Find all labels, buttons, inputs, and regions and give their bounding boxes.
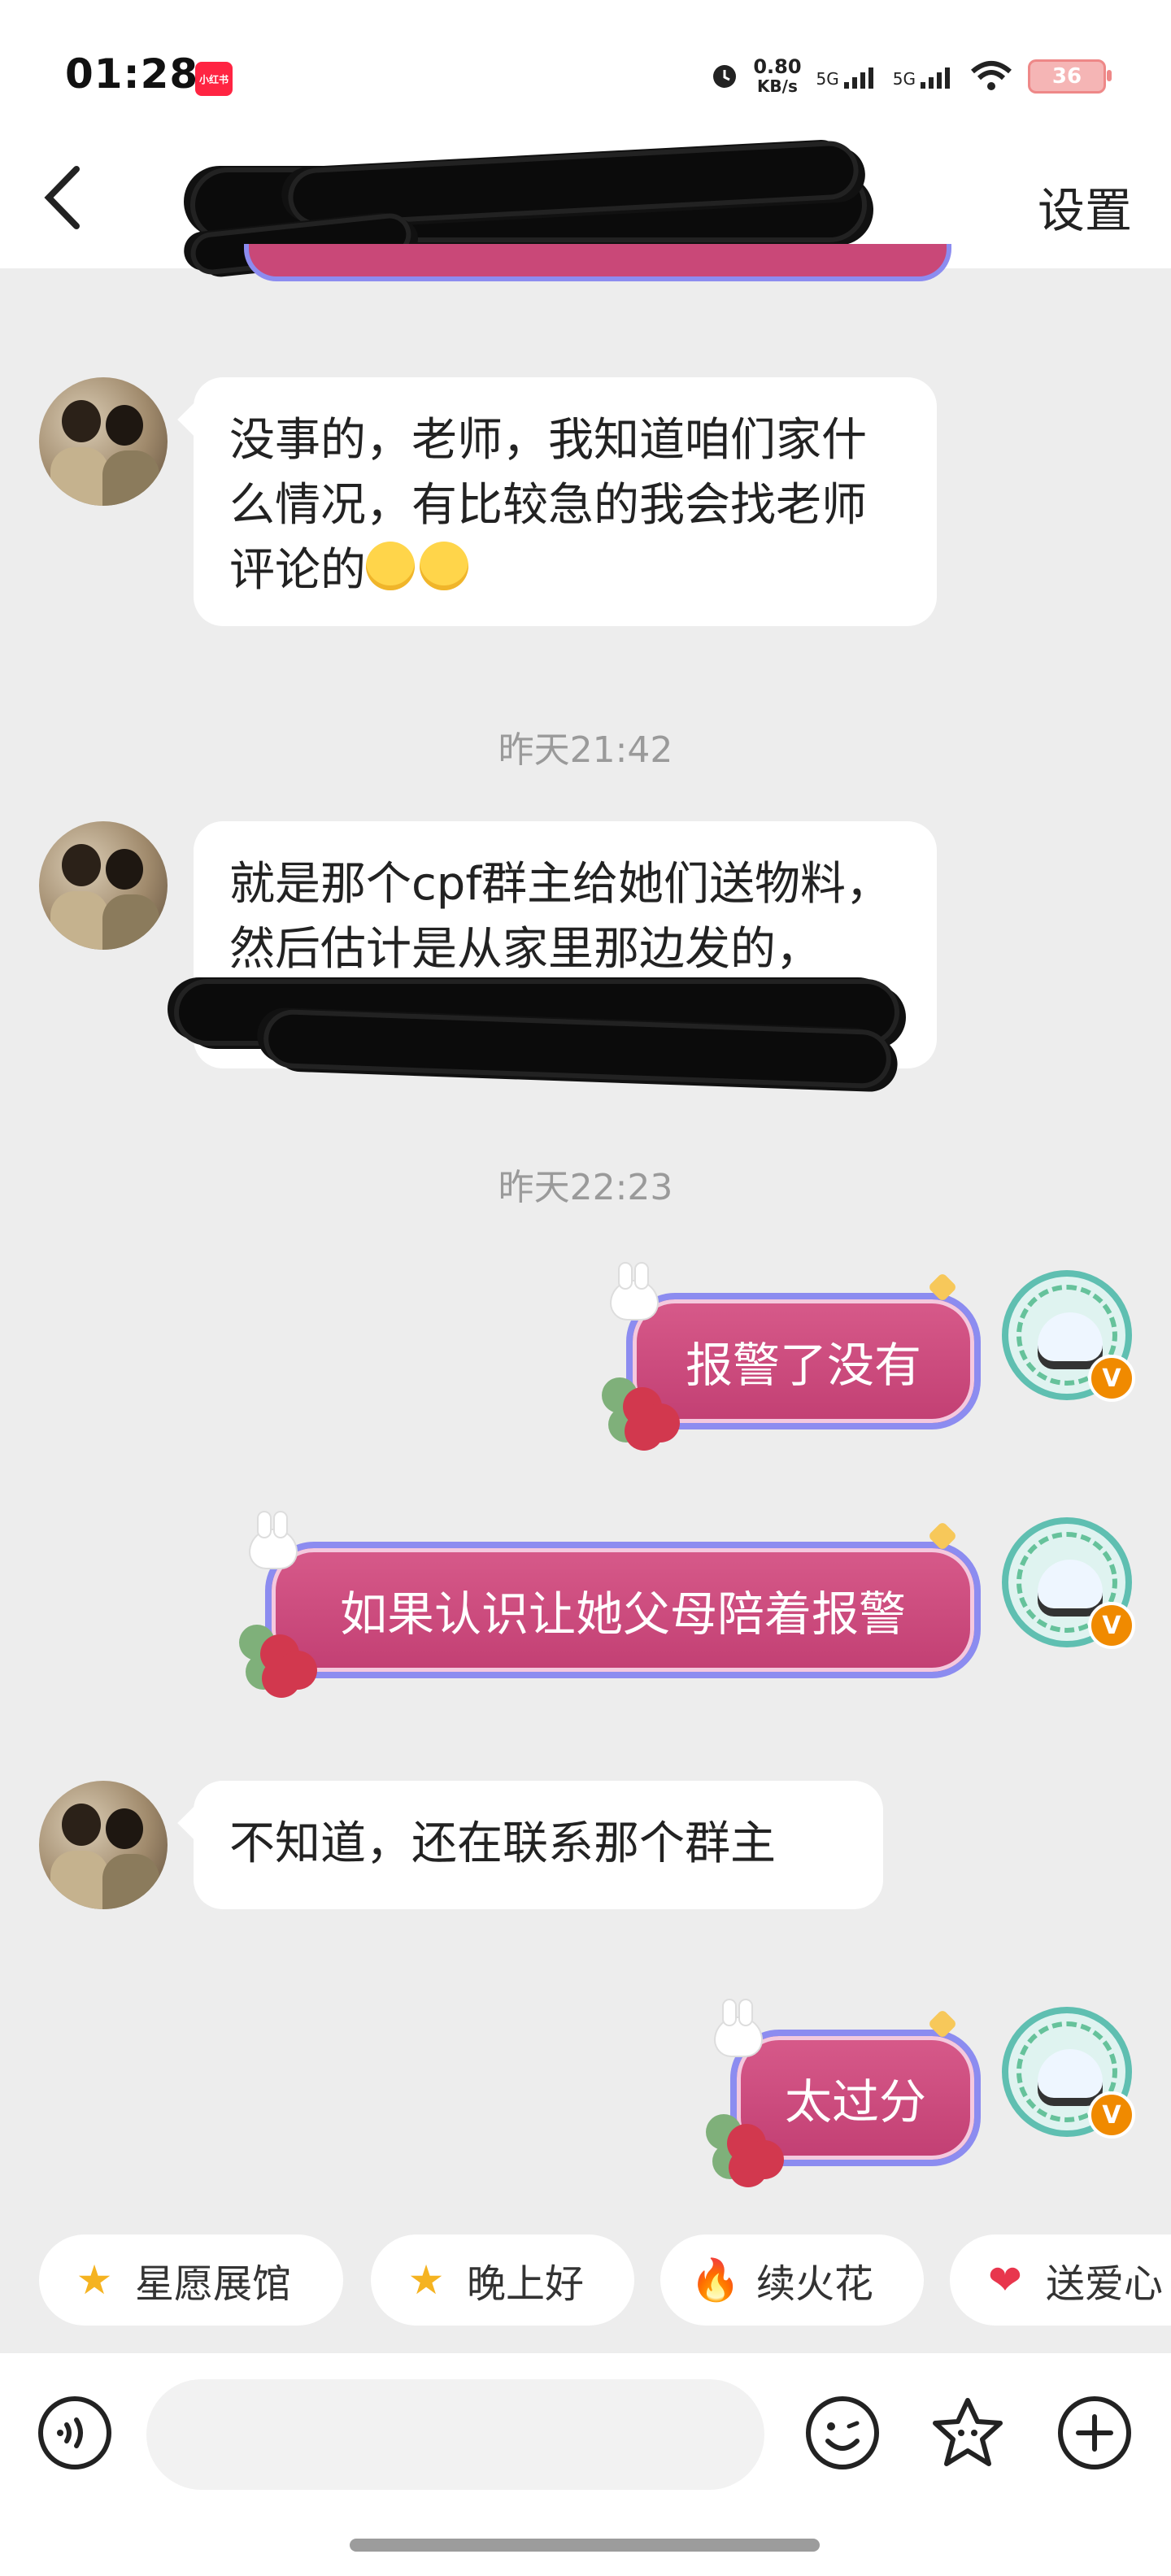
status-indicators: 0.80 KB/s 5G 5G 36 bbox=[711, 52, 1112, 101]
incoming-message[interactable]: 没事的，老师，我知道咱们家什么情况，有比较急的我会找老师评论的 bbox=[194, 377, 937, 626]
flower-decoration-icon bbox=[600, 1371, 680, 1451]
alarm-icon bbox=[713, 65, 737, 88]
crying-face-emoji bbox=[366, 542, 415, 590]
chip-star-gallery[interactable]: ★ 星愿展馆 bbox=[39, 2234, 343, 2326]
flower-decoration-icon bbox=[704, 2108, 784, 2187]
home-indicator[interactable] bbox=[350, 2539, 820, 2552]
verified-badge-icon: V bbox=[1088, 2091, 1135, 2139]
sticker-star-icon[interactable] bbox=[929, 2394, 1007, 2472]
heart-icon: ❤ bbox=[988, 2256, 1022, 2304]
cellular-signal-2: 5G bbox=[893, 64, 955, 89]
crying-face-emoji bbox=[420, 542, 468, 590]
net-speed: 0.80 KB/s bbox=[753, 55, 802, 96]
signal-bars-icon bbox=[921, 67, 950, 89]
xiaohongshu-app-icon: 小红书 bbox=[195, 62, 233, 96]
signal-bars-icon bbox=[843, 67, 873, 89]
add-icon[interactable] bbox=[1056, 2394, 1134, 2472]
settings-button[interactable]: 设置 bbox=[1038, 172, 1132, 241]
chat-area[interactable]: 没事的，老师，我知道咱们家什么情况，有比较急的我会找老师评论的 昨天21:42 … bbox=[0, 244, 1171, 2228]
partial-message-bubble bbox=[244, 244, 951, 281]
bunny-sticker-icon bbox=[612, 1264, 657, 1319]
chip-send-love[interactable]: ❤ 送爱心 bbox=[950, 2234, 1171, 2326]
star-icon: ★ bbox=[76, 2256, 113, 2304]
battery-indicator: 36 bbox=[1028, 59, 1112, 94]
flower-decoration-icon bbox=[237, 1618, 317, 1698]
verified-badge-icon: V bbox=[1088, 1355, 1135, 1402]
outgoing-message[interactable]: 报警了没有 bbox=[626, 1293, 981, 1429]
wifi-icon bbox=[971, 61, 1012, 90]
contact-avatar[interactable] bbox=[39, 1781, 168, 1909]
incoming-message[interactable]: 不知道，还在联系那个群主 bbox=[194, 1781, 883, 1909]
status-time: 01:28 bbox=[65, 50, 199, 98]
quick-reply-chips: ★ 星愿展馆 ★ 晚上好 🔥 续火花 ❤ 送爱心 bbox=[0, 2231, 1171, 2329]
message-input[interactable] bbox=[146, 2379, 764, 2490]
contact-avatar[interactable] bbox=[39, 377, 168, 506]
outgoing-message[interactable]: 如果认识让她父母陪着报警 bbox=[265, 1542, 981, 1678]
timestamp: 昨天21:42 bbox=[498, 729, 673, 771]
verified-badge-icon: V bbox=[1088, 1602, 1135, 1649]
voice-input-icon[interactable] bbox=[36, 2394, 114, 2472]
back-arrow-icon[interactable] bbox=[39, 161, 88, 234]
timestamp: 昨天22:23 bbox=[498, 1167, 673, 1208]
emoji-icon[interactable] bbox=[803, 2394, 882, 2472]
flame-icon: 🔥 bbox=[690, 2256, 742, 2304]
chip-continue-spark[interactable]: 🔥 续火花 bbox=[660, 2234, 924, 2326]
bunny-sticker-icon bbox=[250, 1512, 296, 1568]
cellular-signal-1: 5G bbox=[816, 64, 878, 89]
input-bar bbox=[0, 2353, 1171, 2576]
top-bar: 01:28 小红书 0.80 KB/s 5G 5G 36 设置 bbox=[0, 0, 1171, 272]
smiling-star-icon: ★ bbox=[407, 2256, 445, 2304]
contact-avatar[interactable] bbox=[39, 821, 168, 950]
chip-good-evening[interactable]: ★ 晚上好 bbox=[371, 2234, 634, 2326]
bunny-sticker-icon bbox=[716, 2000, 761, 2056]
